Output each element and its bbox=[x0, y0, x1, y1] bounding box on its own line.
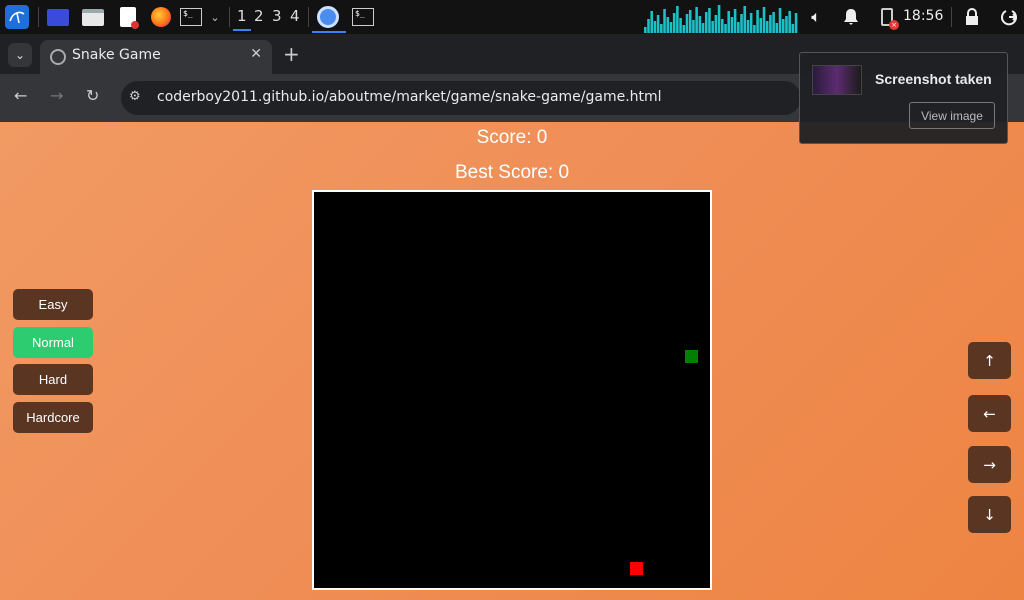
text-editor-icon[interactable] bbox=[116, 5, 140, 29]
visualizer-bar bbox=[704, 12, 708, 33]
visualizer-bar bbox=[788, 11, 791, 33]
tab-title: Snake Game bbox=[72, 47, 161, 63]
visualizer-bar bbox=[765, 21, 769, 33]
file-manager-icon[interactable] bbox=[81, 5, 105, 29]
visualizer-bar bbox=[791, 24, 795, 33]
visualizer-bar bbox=[721, 19, 724, 33]
screenshot-notification[interactable]: Screenshot taken View image bbox=[799, 52, 1008, 144]
close-icon[interactable]: ✕ bbox=[250, 46, 262, 62]
visualizer-bar bbox=[733, 9, 737, 33]
visualizer-bar bbox=[688, 10, 692, 33]
terminal-window-icon[interactable]: $_ bbox=[351, 5, 375, 29]
visualizer-bar bbox=[794, 13, 798, 33]
visualizer-bar bbox=[727, 11, 730, 33]
visualizer-bar bbox=[692, 20, 695, 33]
visualizer-bar bbox=[785, 16, 788, 33]
visualizer-bar bbox=[759, 18, 763, 33]
normal-button[interactable]: Normal bbox=[13, 327, 93, 358]
back-icon[interactable]: ← bbox=[14, 86, 27, 105]
logout-icon[interactable] bbox=[996, 5, 1020, 29]
hardcore-button[interactable]: Hardcore bbox=[13, 402, 93, 433]
audio-visualizer bbox=[644, 5, 798, 33]
easy-button[interactable]: Easy bbox=[13, 289, 93, 320]
workspace-4[interactable]: 4 bbox=[290, 7, 300, 25]
new-tab-button[interactable]: + bbox=[283, 42, 300, 66]
globe-icon bbox=[50, 49, 66, 65]
visualizer-bar bbox=[730, 17, 734, 33]
game-board[interactable] bbox=[312, 190, 712, 590]
taskbar: $_ ⌄ 1 2 3 4 $_ 🔈︎ × 18:56 bbox=[0, 0, 1024, 34]
visualizer-bar bbox=[698, 16, 702, 33]
game-page: Score: 0 Best Score: 0 Easy Normal Hard … bbox=[0, 122, 1024, 600]
visualizer-bar bbox=[656, 15, 660, 33]
visualizer-bar bbox=[676, 6, 679, 33]
down-arrow-button[interactable]: ↓ bbox=[968, 496, 1011, 533]
address-bar[interactable]: ⚙ coderboy2011.github.io/aboutme/market/… bbox=[121, 81, 801, 115]
visualizer-bar bbox=[753, 25, 756, 33]
clock: 18:56 bbox=[903, 8, 944, 24]
forward-icon[interactable]: → bbox=[50, 86, 63, 105]
snake-head bbox=[685, 350, 698, 363]
chevron-down-icon[interactable]: ⌄ bbox=[203, 5, 227, 29]
workspace-3[interactable]: 3 bbox=[272, 7, 282, 25]
view-image-button[interactable]: View image bbox=[909, 102, 995, 129]
battery-icon[interactable]: × bbox=[875, 5, 899, 30]
show-desktop-icon[interactable] bbox=[46, 5, 70, 29]
reload-icon[interactable]: ↻ bbox=[86, 86, 99, 105]
visualizer-bar bbox=[746, 20, 750, 33]
workspace-1[interactable]: 1 bbox=[233, 7, 250, 31]
visualizer-bar bbox=[743, 6, 747, 33]
visualizer-bar bbox=[672, 13, 676, 33]
visualizer-bar bbox=[737, 22, 740, 33]
volume-icon[interactable]: 🔈︎ bbox=[804, 5, 828, 29]
visualizer-bar bbox=[711, 21, 714, 33]
visualizer-bar bbox=[682, 25, 686, 33]
visualizer-bar bbox=[685, 14, 689, 33]
visualizer-bar bbox=[769, 15, 772, 33]
visualizer-bar bbox=[708, 8, 711, 33]
chromium-icon[interactable] bbox=[316, 5, 340, 29]
visualizer-bar bbox=[762, 7, 766, 33]
right-arrow-button[interactable]: → bbox=[968, 446, 1011, 483]
notification-title: Screenshot taken bbox=[875, 71, 992, 87]
up-arrow-button[interactable]: ↑ bbox=[968, 342, 1011, 379]
best-score-label: Best Score: 0 bbox=[454, 162, 570, 183]
visualizer-bar bbox=[781, 19, 785, 33]
visualizer-bar bbox=[647, 19, 650, 33]
kali-menu-icon[interactable] bbox=[5, 5, 29, 29]
visualizer-bar bbox=[772, 12, 775, 33]
notification-bell-icon[interactable] bbox=[839, 5, 863, 29]
terminal-icon[interactable]: $_ bbox=[179, 5, 203, 29]
visualizer-bar bbox=[778, 8, 782, 33]
visualizer-bar bbox=[660, 24, 663, 33]
visualizer-bar bbox=[701, 23, 705, 33]
visualizer-bar bbox=[714, 15, 718, 33]
lock-icon[interactable] bbox=[960, 5, 984, 29]
visualizer-bar bbox=[749, 13, 753, 33]
firefox-icon[interactable] bbox=[149, 5, 173, 29]
visualizer-bar bbox=[756, 10, 759, 33]
visualizer-bar bbox=[775, 23, 779, 33]
screenshot-thumbnail[interactable] bbox=[812, 65, 862, 95]
visualizer-bar bbox=[653, 21, 657, 33]
visualizer-bar bbox=[650, 11, 653, 33]
visualizer-bar bbox=[669, 22, 673, 33]
food bbox=[630, 562, 643, 575]
tab-snake-game[interactable]: Snake Game ✕ bbox=[40, 40, 272, 74]
url-text: coderboy2011.github.io/aboutme/market/ga… bbox=[157, 89, 662, 105]
visualizer-bar bbox=[724, 24, 727, 33]
tab-search-icon[interactable]: ⌄ bbox=[8, 43, 32, 67]
visualizer-bar bbox=[666, 17, 670, 33]
visualizer-bar bbox=[740, 14, 743, 33]
visualizer-bar bbox=[717, 5, 721, 33]
visualizer-bar bbox=[644, 27, 647, 33]
visualizer-bar bbox=[679, 18, 682, 33]
hard-button[interactable]: Hard bbox=[13, 364, 93, 395]
left-arrow-button[interactable]: ← bbox=[968, 395, 1011, 432]
workspace-2[interactable]: 2 bbox=[254, 7, 264, 25]
visualizer-bar bbox=[695, 7, 698, 33]
visualizer-bar bbox=[663, 9, 666, 33]
site-settings-icon[interactable]: ⚙ bbox=[129, 89, 147, 107]
